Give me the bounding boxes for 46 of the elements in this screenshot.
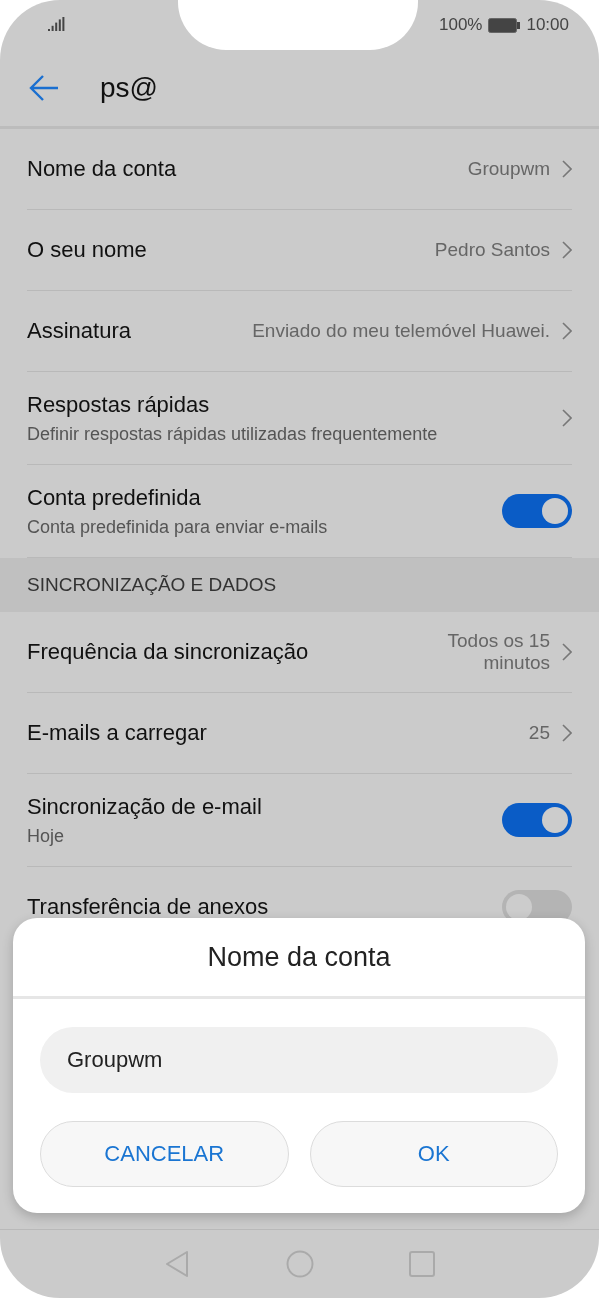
row-title: Transferência de anexos [27, 894, 270, 920]
settings-row[interactable]: Sincronização de e-mail Hoje [27, 774, 572, 867]
settings-row[interactable]: Frequência da sincronização Todos os 15 minutos [27, 612, 572, 693]
row-title: Sincronização de e-mail [27, 793, 263, 820]
row-value: Pedro Santos [434, 239, 550, 261]
settings-row[interactable]: Respostas rápidas Definir respostas rápidas utilizadas frequentemente [27, 372, 572, 465]
battery-percentage: 100% [438, 15, 483, 35]
signal-icon [48, 17, 66, 33]
dialog-button[interactable]: CANCELAR [40, 1121, 289, 1187]
toggle-switch[interactable] [502, 803, 572, 837]
chevron-icon [562, 160, 572, 178]
settings-row[interactable]: E-mails a carregar 25 [27, 693, 572, 774]
row-title: E-mails a carregar [27, 720, 208, 746]
row-value: 25 [528, 722, 550, 744]
row-title: O seu nome [27, 237, 148, 263]
row-subtitle: Hoje [27, 825, 66, 847]
toggle-switch[interactable] [502, 494, 572, 528]
settings-row[interactable]: Nome da conta Groupwm [27, 129, 572, 210]
settings-row[interactable]: Assinatura Enviado do meu telemóvel Huawei. [27, 291, 572, 372]
chevron-icon [562, 409, 572, 427]
back-nav-icon[interactable] [164, 1250, 191, 1278]
row-subtitle: Conta predefinida para enviar e-mails [27, 516, 329, 538]
section-header: SINCRONIZAÇÃO E DADOS [0, 558, 599, 612]
battery-icon [488, 17, 521, 33]
dialog-button[interactable]: OK [309, 1121, 558, 1187]
page-title: ps@ [100, 72, 158, 104]
chevron-icon [562, 724, 572, 742]
row-title: Frequência da sincronização [27, 639, 310, 665]
settings-row[interactable]: O seu nome Pedro Santos [27, 210, 572, 291]
row-value: Enviado do meu telemóvel Huawei. [252, 320, 550, 342]
row-title: Nome da conta [27, 156, 178, 182]
row-value: Groupwm [467, 158, 550, 180]
row-title: Assinatura [27, 318, 132, 344]
recents-nav-icon[interactable] [408, 1251, 435, 1277]
chevron-icon [562, 322, 572, 340]
input-field[interactable]: Groupwm [40, 1027, 558, 1093]
row-subtitle: Definir respostas rápidas utilizadas frequentemente [27, 423, 439, 445]
row-title: Conta predefinida [27, 484, 202, 511]
row-value: Todos os 15 minutos [446, 630, 550, 674]
chevron-icon [562, 643, 572, 661]
back-arrow-icon[interactable] [28, 73, 60, 103]
home-nav-icon[interactable] [285, 1250, 314, 1278]
dialog-title: Nome da conta [13, 918, 585, 999]
clock-time: 10:00 [526, 15, 569, 35]
chevron-icon [562, 241, 572, 259]
row-title: Respostas rápidas [27, 391, 211, 418]
